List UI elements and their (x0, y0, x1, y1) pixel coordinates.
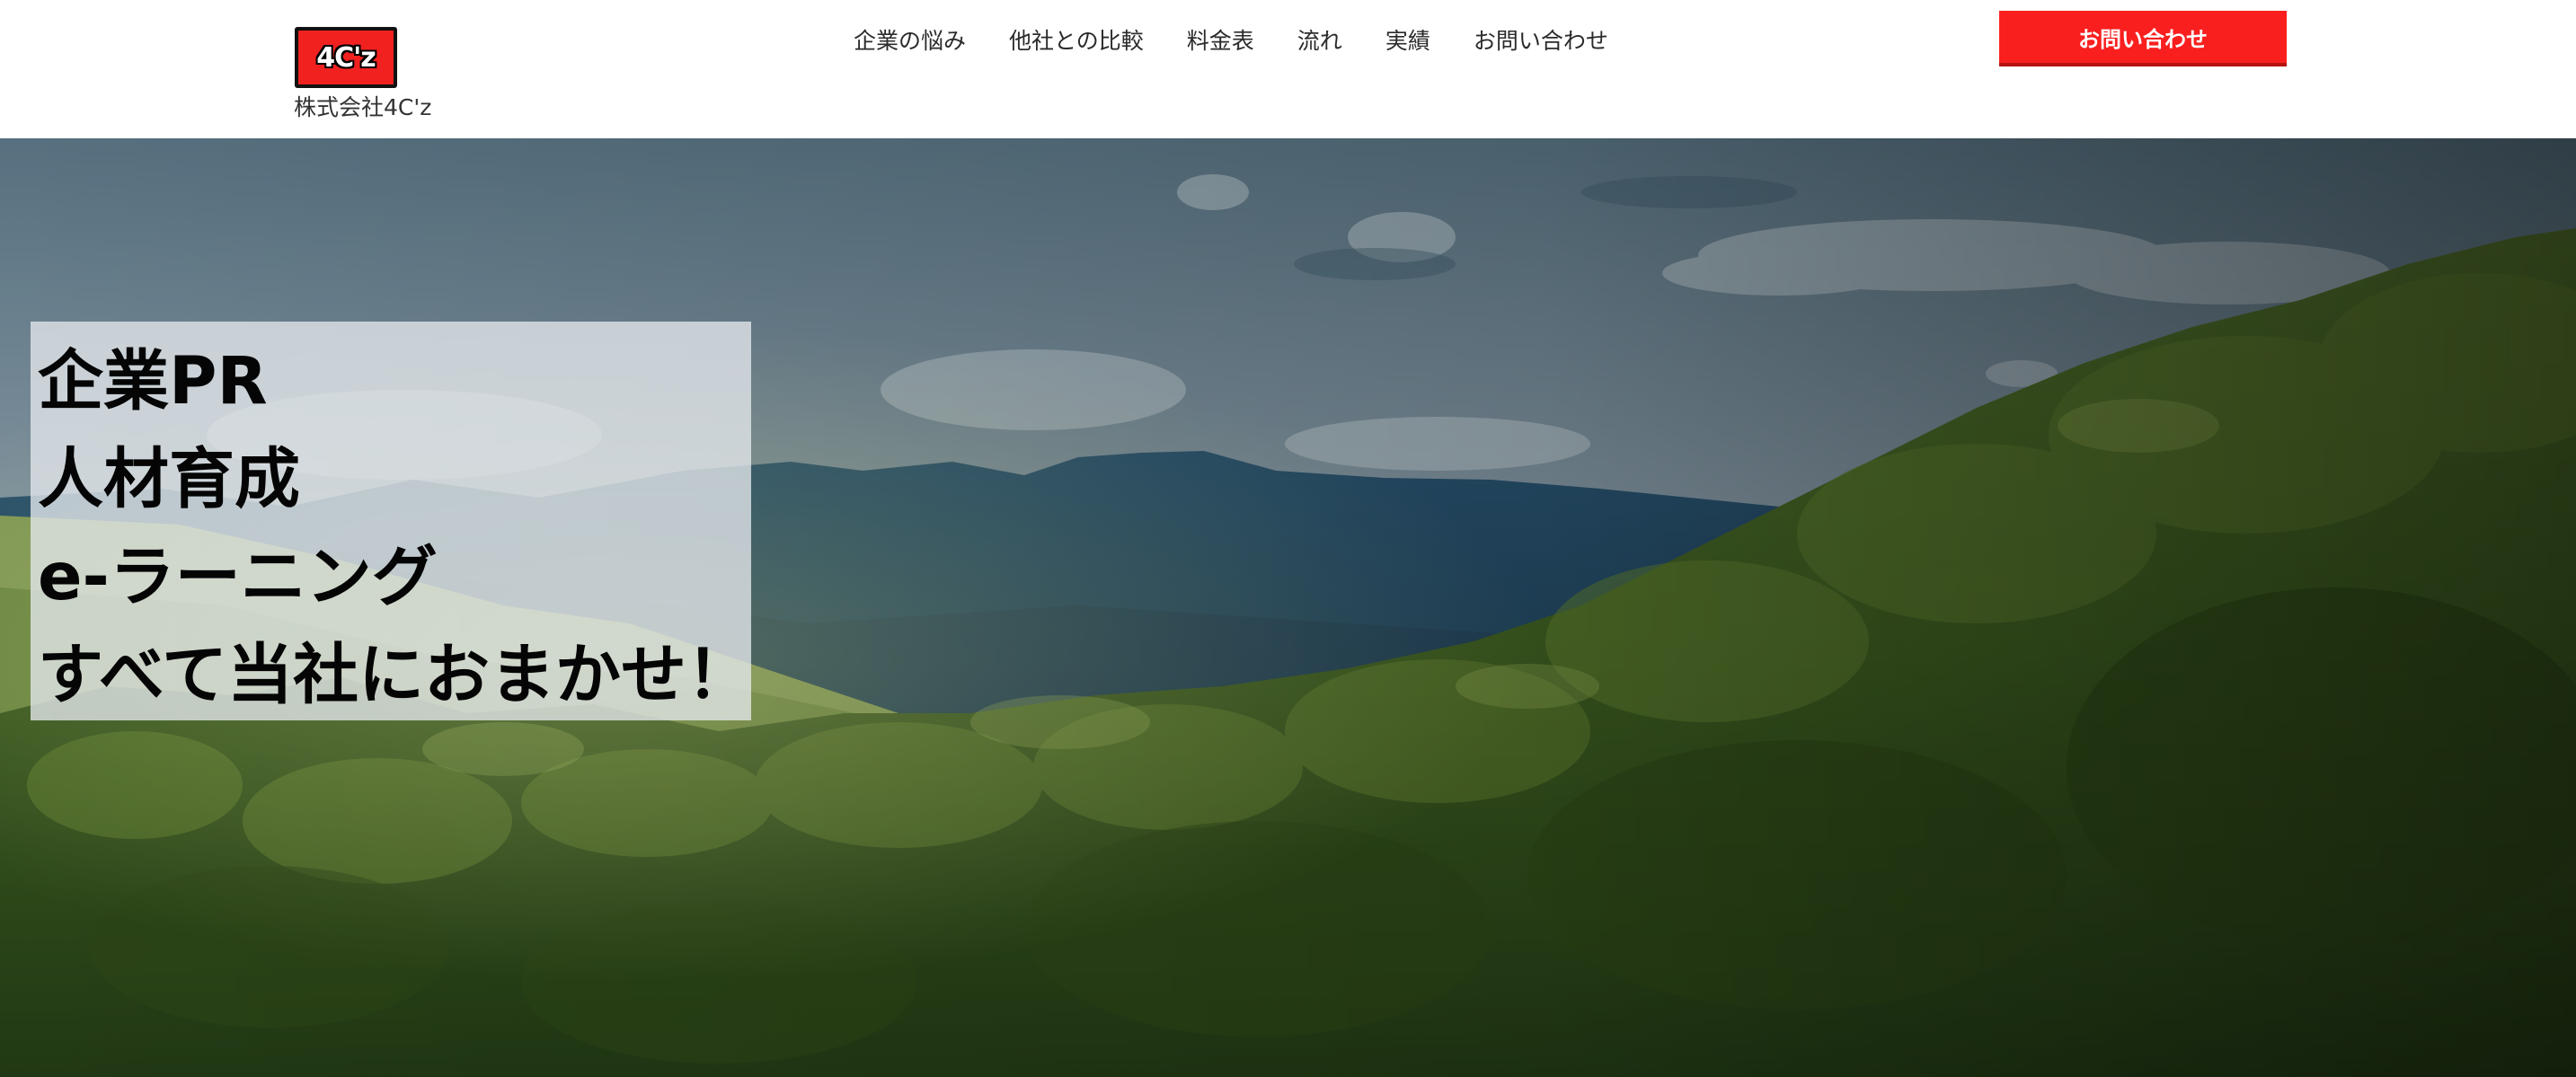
page: 4C'z 株式会社4C'z 企業の悩み 他社との比較 料金表 流れ 実績 お問い… (0, 0, 2576, 1077)
hero-line-pr: 企業PR (38, 343, 268, 419)
hero-text-panel: 企業PR 人材育成 e-ラーニング すべて当社におまかせ！ (31, 322, 752, 720)
nav-item-comparison[interactable]: 他社との比較 (1009, 25, 1144, 57)
nav-item-contact[interactable]: お問い合わせ (1474, 25, 1608, 57)
nav-item-pricing[interactable]: 料金表 (1187, 25, 1254, 57)
hero-section: 企業PR 人材育成 e-ラーニング すべて当社におまかせ！ (0, 138, 2576, 1077)
logo[interactable]: 4C'z (295, 27, 397, 88)
hero-line-training: 人材育成 (38, 441, 300, 517)
nav-item-results[interactable]: 実績 (1385, 25, 1430, 57)
nav-item-flow[interactable]: 流れ (1297, 25, 1342, 57)
main-nav: 企業の悩み 他社との比較 料金表 流れ 実績 お問い合わせ (854, 25, 1608, 57)
contact-button[interactable]: お問い合わせ (1999, 11, 2287, 66)
site-header: 4C'z 株式会社4C'z 企業の悩み 他社との比較 料金表 流れ 実績 お問い… (0, 0, 2576, 139)
logo-text: 4C'z (316, 41, 376, 74)
hero-line-elearning: e-ラーニング (38, 539, 438, 615)
company-name: 株式会社4C'z (294, 94, 432, 120)
nav-item-concerns[interactable]: 企業の悩み (854, 25, 966, 57)
hero-line-tagline: すべて当社におまかせ！ (38, 637, 752, 713)
